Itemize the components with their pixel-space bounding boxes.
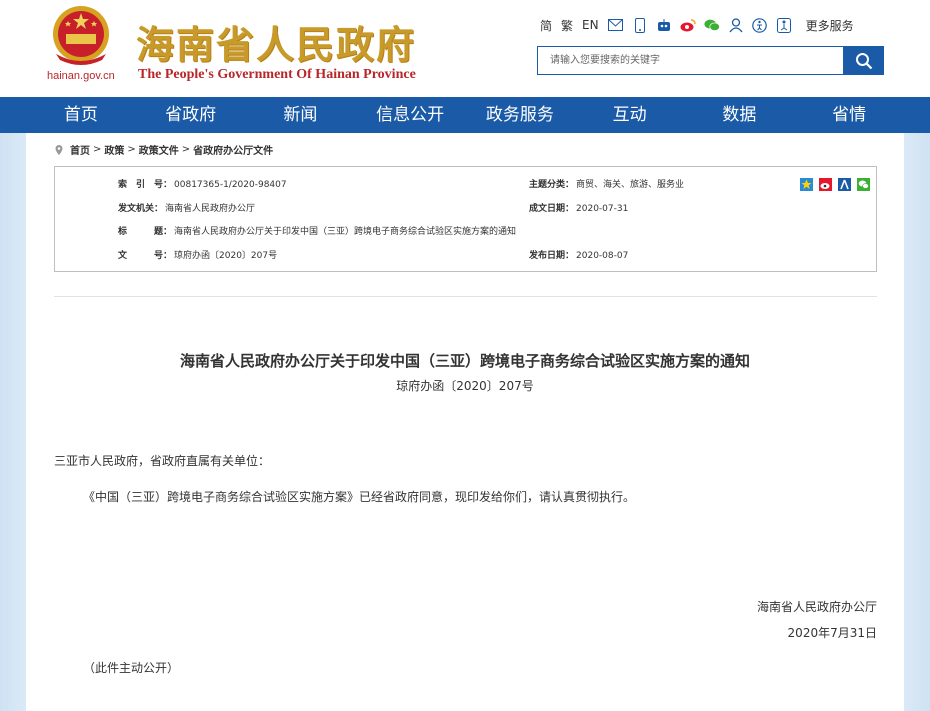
share-icons xyxy=(794,178,870,191)
document-salutation: 三亚市人民政府，省政府直属有关单位： xyxy=(54,454,271,468)
breadcrumb: 首页 > 政策 > 政策文件 > 省政府办公厅文件 xyxy=(54,142,273,157)
site-domain: hainan.gov.cn xyxy=(47,70,115,82)
user-icon[interactable] xyxy=(728,17,744,33)
search-icon xyxy=(856,52,873,69)
top-utility-links: 简 繁 EN 更多服务 xyxy=(540,15,854,35)
breadcrumb-policy[interactable]: 政策 xyxy=(104,142,124,157)
breadcrumb-separator: > xyxy=(127,144,136,155)
breadcrumb-policy-files[interactable]: 政策文件 xyxy=(139,142,179,157)
meta-title-label: 标 题： xyxy=(118,227,173,237)
meta-docno-row: 文 号： 琼府办函〔2020〕207号 xyxy=(118,249,277,263)
meta-title-row: 标 题： 海南省人民政府办公厅关于印发中国（三亚）跨境电子商务综合试验区实施方案… xyxy=(118,225,516,239)
breadcrumb-home[interactable]: 首页 xyxy=(70,142,90,157)
breadcrumb-separator: > xyxy=(181,144,191,155)
location-pin-icon xyxy=(55,144,63,155)
document-paragraph: 《中国（三亚）跨境电子商务综合试验区实施方案》已经省政府同意，现印发给你们，请认… xyxy=(83,490,636,504)
meta-category-row: 主题分类： 商贸、海关、旅游、服务业 xyxy=(529,178,684,192)
main-nav: 首页 省政府 新闻 信息公开 政务服务 互动 数据 省情 xyxy=(0,97,930,133)
content-panel: 首页 > 政策 > 政策文件 > 省政府办公厅文件 索 引 号： 0081736… xyxy=(26,133,904,711)
meta-title-value: 海南省人民政府办公厅关于印发中国（三亚）跨境电子商务综合试验区实施方案的通知 xyxy=(174,227,517,237)
nav-item-home[interactable]: 首页 xyxy=(26,97,136,133)
meta-date-row: 成文日期： 2020-07-31 xyxy=(529,202,628,216)
weibo-share-icon[interactable] xyxy=(818,178,832,191)
renren-share-icon[interactable] xyxy=(837,178,851,191)
site-title-english: The People's Government Of Hainan Provin… xyxy=(138,67,416,82)
nav-item-interaction[interactable]: 互动 xyxy=(575,97,685,133)
more-services-link[interactable]: 更多服务 xyxy=(806,17,854,34)
document-disclosure-note: （此件主动公开） xyxy=(83,661,180,675)
nav-item-provincial-government[interactable]: 省政府 xyxy=(136,97,246,133)
meta-index-row: 索 引 号： 00817365-1/2020-98407 xyxy=(118,178,287,192)
meta-category-value: 商贸、海关、旅游、服务业 xyxy=(576,180,685,190)
document-title: 海南省人民政府办公厅关于印发中国（三亚）跨境电子商务综合试验区实施方案的通知 xyxy=(179,352,750,370)
site-title-chinese[interactable]: 海南省人民政府 xyxy=(136,14,416,69)
meta-issuer-label: 发文机关： xyxy=(118,204,164,214)
meta-issuer-value: 海南省人民政府办公厅 xyxy=(165,204,256,214)
meta-docno-label: 文 号： xyxy=(118,251,173,261)
document-signer: 海南省人民政府办公厅 xyxy=(756,600,877,614)
nav-item-province-info[interactable]: 省情 xyxy=(794,97,904,133)
nav-item-info-disclosure[interactable]: 信息公开 xyxy=(355,97,465,133)
site-header: hainan.gov.cn 海南省人民政府 The People's Gover… xyxy=(0,0,930,97)
qzone-share-icon[interactable] xyxy=(799,178,813,191)
meta-issuer-row: 发文机关： 海南省人民政府办公厅 xyxy=(118,202,255,216)
meta-publish-row: 发布日期： 2020-08-07 xyxy=(529,249,628,263)
search-button[interactable] xyxy=(844,46,884,75)
lang-simplified-link[interactable]: 简 xyxy=(540,17,552,34)
weibo-icon[interactable] xyxy=(680,17,696,33)
meta-publish-value: 2020-08-07 xyxy=(576,251,629,261)
mobile-icon[interactable] xyxy=(632,17,648,33)
elder-icon[interactable] xyxy=(776,17,792,33)
nav-item-gov-services[interactable]: 政务服务 xyxy=(465,97,575,133)
content-divider xyxy=(54,296,877,297)
search-input[interactable]: 请输入您要搜索的关键字 xyxy=(537,46,844,75)
meta-docno-value: 琼府办函〔2020〕207号 xyxy=(174,251,278,261)
nav-item-data[interactable]: 数据 xyxy=(685,97,795,133)
lang-english-link[interactable]: EN xyxy=(582,18,599,32)
document-number: 琼府办函〔2020〕207号 xyxy=(396,379,534,393)
breadcrumb-office-files[interactable]: 省政府办公厅文件 xyxy=(193,142,273,157)
document-sign-date: 2020年7月31日 xyxy=(787,626,877,640)
nav-item-news[interactable]: 新闻 xyxy=(246,97,356,133)
accessibility-icon[interactable] xyxy=(752,17,768,33)
robot-icon[interactable] xyxy=(656,17,672,33)
meta-category-label: 主题分类： xyxy=(529,180,575,190)
lang-traditional-link[interactable]: 繁 xyxy=(561,17,573,34)
envelope-icon[interactable] xyxy=(608,17,624,33)
meta-index-label: 索 引 号： xyxy=(118,180,173,190)
document-metadata-table: 索 引 号： 00817365-1/2020-98407 主题分类： 商贸、海关… xyxy=(54,166,877,272)
meta-index-value: 00817365-1/2020-98407 xyxy=(174,180,287,190)
wechat-share-icon[interactable] xyxy=(856,178,870,191)
breadcrumb-separator: > xyxy=(93,144,102,155)
meta-publish-label: 发布日期： xyxy=(529,251,575,261)
wechat-icon[interactable] xyxy=(704,17,720,33)
meta-date-label: 成文日期： xyxy=(529,204,575,214)
national-emblem-logo[interactable] xyxy=(46,4,116,68)
meta-date-value: 2020-07-31 xyxy=(576,204,629,214)
